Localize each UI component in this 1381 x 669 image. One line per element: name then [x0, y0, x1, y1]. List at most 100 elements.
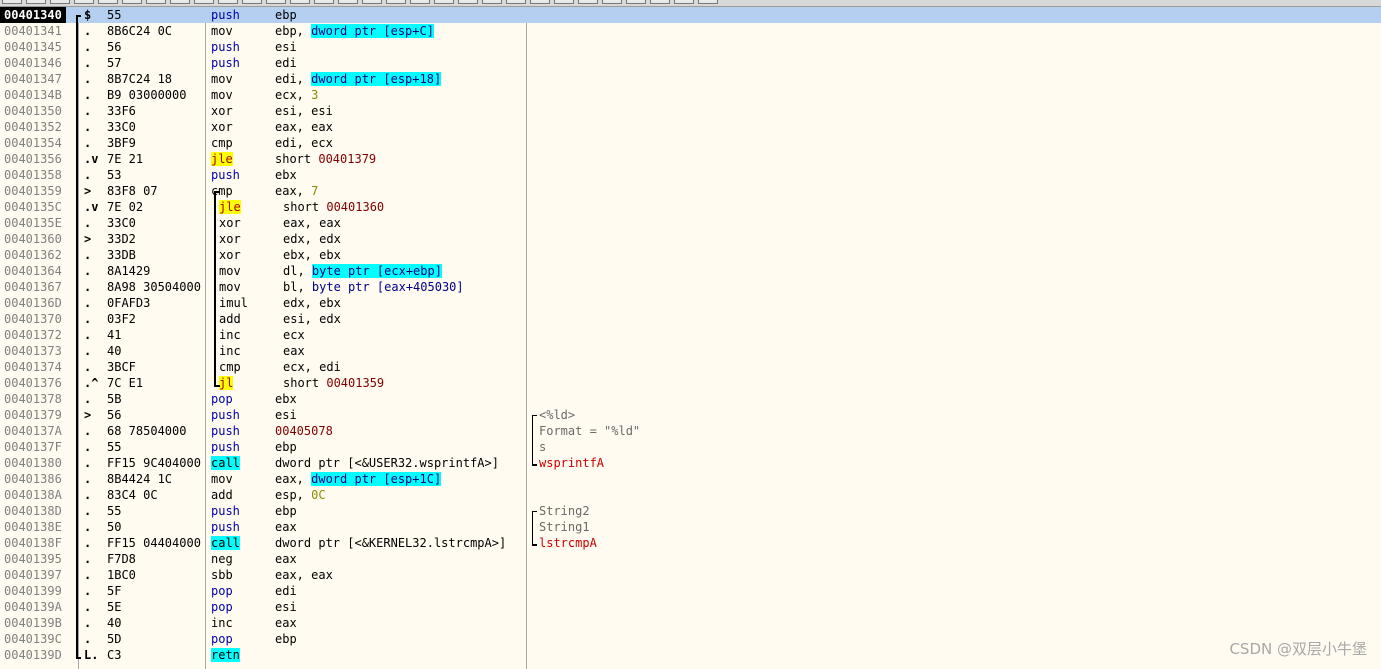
- toolbar-button[interactable]: [410, 0, 430, 4]
- disasm-row[interactable]: 00401345. 56 push esi: [0, 39, 1381, 55]
- disasm-row[interactable]: 00401374. 3BCF cmp ecx, edi: [0, 359, 1381, 375]
- disasm-row[interactable]: 0040138D. 55 push ebp String2: [0, 503, 1381, 519]
- toolbar-button[interactable]: [650, 0, 670, 4]
- disasm-row[interactable]: 0040137F. 55 push ebp s: [0, 439, 1381, 455]
- disasm-row[interactable]: 00401362. 33DB xor ebx, ebx: [0, 247, 1381, 263]
- toolbar-button[interactable]: [674, 0, 694, 4]
- operands: eax: [275, 519, 297, 535]
- toolbar-button[interactable]: [170, 0, 190, 4]
- disasm-row[interactable]: 0040136D. 0FAFD3 imul edx, ebx: [0, 295, 1381, 311]
- opcode-bytes: 3BCF: [107, 360, 136, 374]
- toolbar-button[interactable]: [290, 0, 310, 4]
- disasm-row[interactable]: 0040134B. B9 03000000 mov ecx, 3: [0, 87, 1381, 103]
- toolbar-button[interactable]: [146, 0, 166, 4]
- address: 00401341: [4, 24, 62, 38]
- disasm-row[interactable]: 00401356 .v 7E 21 jle short 00401379: [0, 151, 1381, 167]
- mnemonic-text: xor: [219, 216, 241, 230]
- disasm-row[interactable]: 00401340 $55 push ebp: [0, 7, 1381, 23]
- disasm-row[interactable]: 00401346. 57 push edi: [0, 55, 1381, 71]
- toolbar-button[interactable]: [362, 0, 382, 4]
- operand-text: eax,: [275, 472, 312, 486]
- disasm-row[interactable]: 00401372. 41 inc ecx: [0, 327, 1381, 343]
- disasm-row[interactable]: 00401352. 33C0 xor eax, eax: [0, 119, 1381, 135]
- disasm-row[interactable]: 00401359 >83F8 07 cmp eax, 7: [0, 183, 1381, 199]
- opcode-bytes: FF15 9C404000: [107, 456, 201, 470]
- toolbar-button[interactable]: [98, 0, 118, 4]
- mnemonic-text: cmp: [219, 360, 241, 374]
- disasm-row[interactable]: 00401341. 8B6C24 0C mov ebp, dword ptr [esp…: [0, 23, 1381, 39]
- toolbar-button[interactable]: [602, 0, 622, 4]
- toolbar-button[interactable]: [74, 0, 94, 4]
- mnemonic: mov: [211, 71, 233, 87]
- toolbar-button[interactable]: [530, 0, 550, 4]
- disasm-row[interactable]: 0040138F. FF15 04404000 call dword ptr [<&K…: [0, 535, 1381, 551]
- disasm-row[interactable]: 00401376 .^ 7C E1 jl short 00401359: [0, 375, 1381, 391]
- disasm-row[interactable]: 00401370. 03F2 add esi, edx: [0, 311, 1381, 327]
- flow-marker: .: [84, 24, 92, 38]
- toolbar-button[interactable]: [506, 0, 526, 4]
- toolbar-button[interactable]: [266, 0, 286, 4]
- toolbar-button[interactable]: [578, 0, 598, 4]
- mnemonic-text: add: [211, 488, 233, 502]
- mnemonic: push: [211, 39, 240, 55]
- flow-marker: .: [84, 504, 92, 518]
- disasm-row[interactable]: 00401364. 8A1429 mov dl, byte ptr [ecx+ebp]: [0, 263, 1381, 279]
- operands: edi, ecx: [275, 135, 333, 151]
- disasm-row[interactable]: 0040139B. 40 inc eax: [0, 615, 1381, 631]
- mnemonic-text: pop: [211, 600, 233, 614]
- mnemonic: xor: [219, 231, 241, 247]
- operands: ebp: [275, 439, 297, 455]
- disasm-row[interactable]: 00401399. 5F pop edi: [0, 583, 1381, 599]
- operand-text: short: [275, 152, 319, 166]
- mnemonic: retn: [211, 647, 240, 663]
- disasm-row[interactable]: 0040138A. 83C4 0C add esp, 0C: [0, 487, 1381, 503]
- disasm-row[interactable]: 0040135C .v 7E 02 jle short 00401360: [0, 199, 1381, 215]
- disasm-row[interactable]: 00401354. 3BF9 cmp edi, ecx: [0, 135, 1381, 151]
- toolbar-button[interactable]: [242, 0, 262, 4]
- disasm-row[interactable]: 00401347. 8B7C24 18 mov edi, dword ptr [esp…: [0, 71, 1381, 87]
- operand-text: dword ptr [<&KERNEL32.lstrcmpA>]: [275, 536, 507, 550]
- toolbar-button[interactable]: [458, 0, 478, 4]
- toolbar-button[interactable]: [50, 0, 70, 4]
- mnemonic: push: [211, 503, 240, 519]
- toolbar-button[interactable]: [482, 0, 502, 4]
- toolbar-button[interactable]: [218, 0, 238, 4]
- disasm-row[interactable]: 00401358. 53 push ebx: [0, 167, 1381, 183]
- disasm-row[interactable]: 00401380. FF15 9C404000 call dword ptr [<&U…: [0, 455, 1381, 471]
- toolbar-button[interactable]: [626, 0, 646, 4]
- toolbar-button[interactable]: [314, 0, 334, 4]
- toolbar-button[interactable]: [434, 0, 454, 4]
- toolbar-button[interactable]: [26, 0, 46, 4]
- toolbar-button[interactable]: [122, 0, 142, 4]
- disasm-row[interactable]: 0040139A. 5E pop esi: [0, 599, 1381, 615]
- mnemonic-text: xor: [219, 248, 241, 262]
- disasm-row[interactable]: 00401395. F7D8 neg eax: [0, 551, 1381, 567]
- disasm-row[interactable]: 0040139C. 5D pop ebp: [0, 631, 1381, 647]
- disasm-row[interactable]: 0040138E. 50 push eax String1: [0, 519, 1381, 535]
- disasm-row[interactable]: 0040137A. 68 78504000 push 00405078 Format =…: [0, 423, 1381, 439]
- disassembly-listing[interactable]: 00401340 $55 push ebp 00401341. 8B6C24 0C mov e…: [0, 7, 1381, 663]
- opcode-bytes: 55: [107, 504, 122, 518]
- disasm-row[interactable]: 00401367. 8A98 30504000 mov bl, byte ptr [e…: [0, 279, 1381, 295]
- disasm-row[interactable]: 00401378. 5B pop ebx: [0, 391, 1381, 407]
- disasm-row[interactable]: 0040135E. 33C0 xor eax, eax: [0, 215, 1381, 231]
- disasm-row[interactable]: 00401373. 40 inc eax: [0, 343, 1381, 359]
- disasm-row[interactable]: 00401379 >56 push esi <%ld>: [0, 407, 1381, 423]
- disasm-row[interactable]: 00401350. 33F6 xor esi, esi: [0, 103, 1381, 119]
- toolbar-button[interactable]: [386, 0, 406, 4]
- disasm-row[interactable]: 00401360 >33D2 xor edx, edx: [0, 231, 1381, 247]
- address: 0040135C: [4, 200, 62, 214]
- opcode-bytes: 8A1429: [107, 264, 151, 278]
- flow-marker: .: [84, 520, 92, 534]
- toolbar-button[interactable]: [554, 0, 574, 4]
- toolbar-button[interactable]: [338, 0, 358, 4]
- operand-text: eax: [275, 520, 297, 534]
- disasm-row[interactable]: 00401397. 1BC0 sbb eax, eax: [0, 567, 1381, 583]
- disasm-row[interactable]: 0040139D L. C3 retn: [0, 647, 1381, 663]
- operands: ebx: [275, 167, 297, 183]
- toolbar-button[interactable]: [698, 0, 718, 4]
- toolbar-button[interactable]: [194, 0, 214, 4]
- disasm-row[interactable]: 00401386. 8B4424 1C mov eax, dword ptr [esp…: [0, 471, 1381, 487]
- address: 0040136D: [4, 296, 62, 310]
- toolbar-button[interactable]: [2, 0, 22, 4]
